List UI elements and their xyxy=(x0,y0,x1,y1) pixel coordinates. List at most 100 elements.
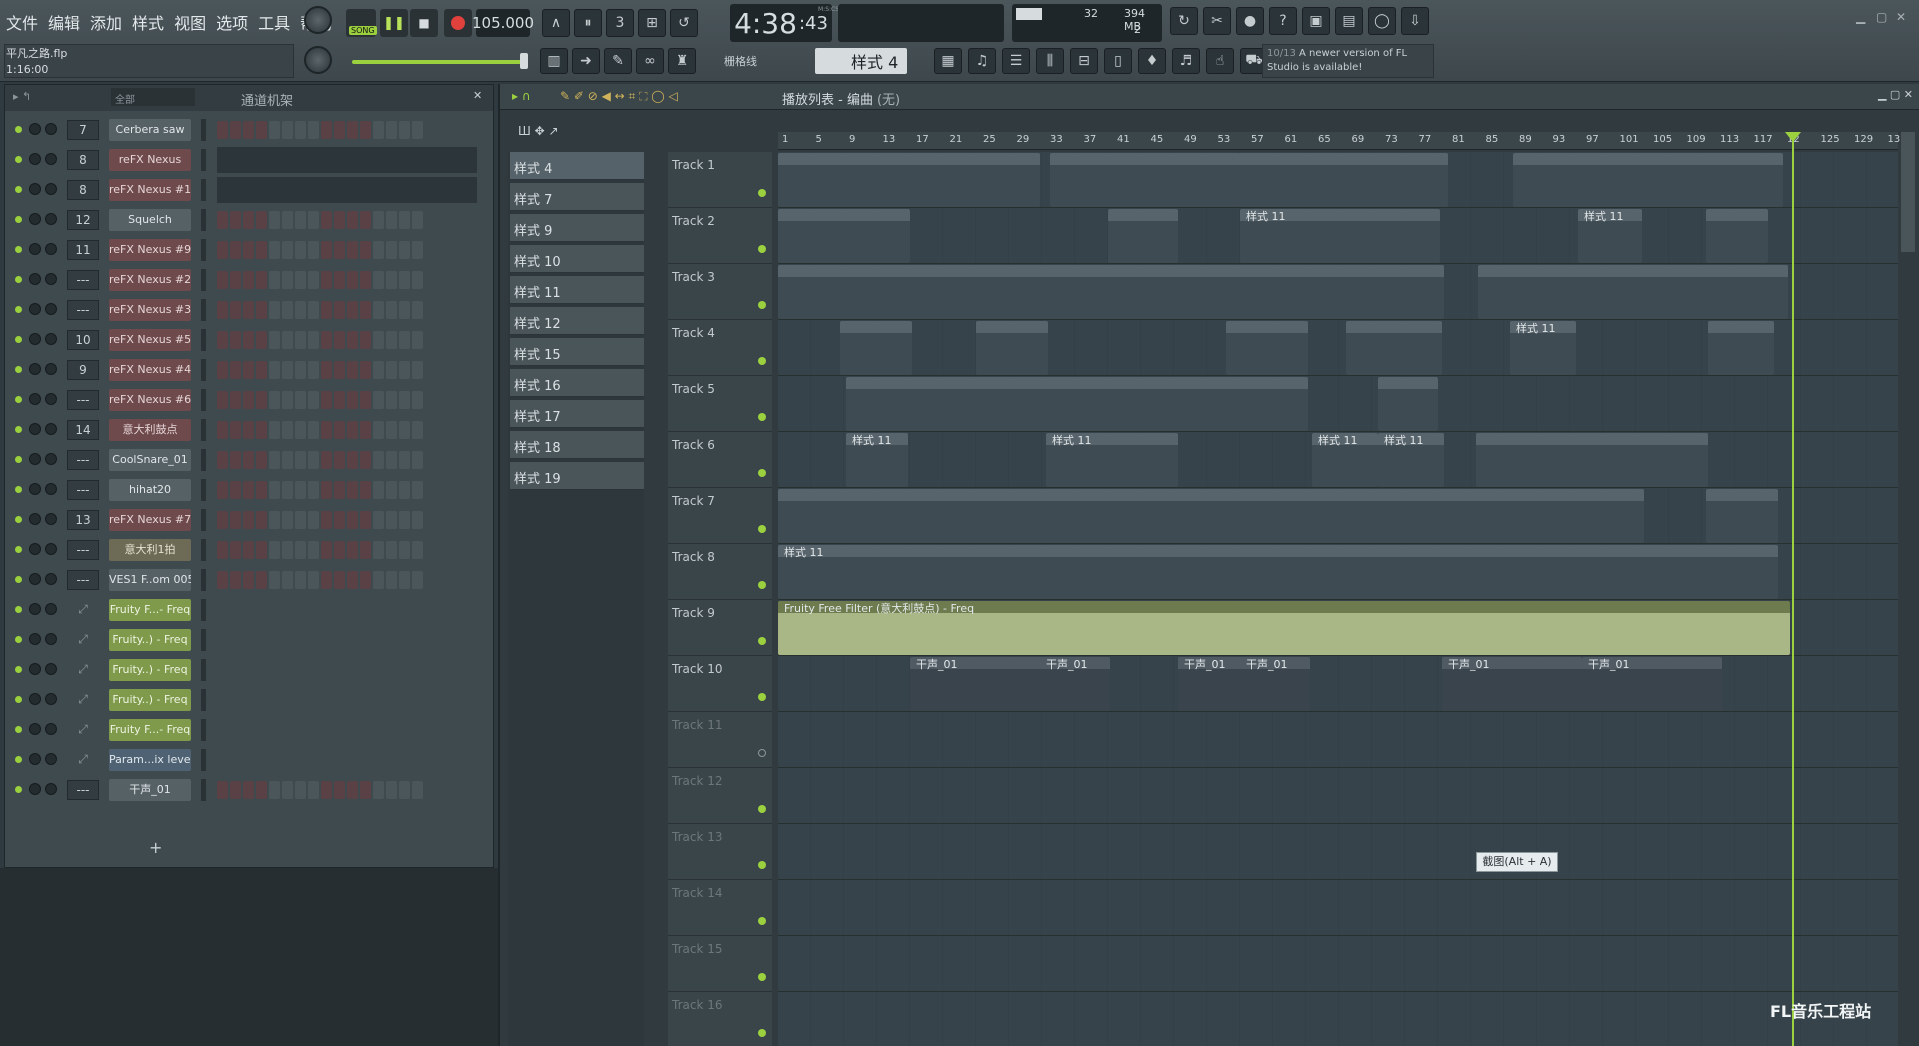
step-button[interactable] xyxy=(373,541,384,559)
channel-pan-knob[interactable] xyxy=(29,663,41,675)
step-button[interactable] xyxy=(347,541,358,559)
step-button[interactable] xyxy=(399,571,410,589)
step-button[interactable] xyxy=(321,481,332,499)
step-button[interactable] xyxy=(321,211,332,229)
channel-select-indicator[interactable] xyxy=(201,239,206,261)
step-button[interactable] xyxy=(399,211,410,229)
step-button[interactable] xyxy=(334,451,345,469)
channel-pan-knob[interactable] xyxy=(29,213,41,225)
channel-mute-led[interactable] xyxy=(15,216,22,223)
channel-mute-led[interactable] xyxy=(15,336,22,343)
pattern-clip[interactable] xyxy=(840,321,912,375)
pattern-clip[interactable] xyxy=(1378,377,1438,431)
step-button[interactable] xyxy=(334,391,345,409)
step-button[interactable] xyxy=(256,571,267,589)
step-button[interactable] xyxy=(308,271,319,289)
channel-name-button[interactable]: hihat20 xyxy=(109,479,191,501)
track-mute-led[interactable] xyxy=(758,469,766,477)
channel-row[interactable]: 12 Squelch xyxy=(5,205,495,235)
channel-row[interactable]: --- reFX Nexus #2 xyxy=(5,265,495,295)
track-mute-led[interactable] xyxy=(758,917,766,925)
channel-select-indicator[interactable] xyxy=(201,779,206,801)
step-button[interactable] xyxy=(321,541,332,559)
track-header[interactable]: Track 3 xyxy=(668,264,772,320)
channel-select-indicator[interactable] xyxy=(201,119,206,141)
channel-name-button[interactable]: reFX Nexus #6 xyxy=(109,389,191,411)
channel-row[interactable]: --- CoolSnare_01 xyxy=(5,445,495,475)
channel-volume-knob[interactable] xyxy=(45,663,57,675)
mixer-track-number[interactable]: --- xyxy=(67,390,99,410)
pattern-clip[interactable] xyxy=(778,489,1644,543)
step-button[interactable] xyxy=(386,541,397,559)
piano-roll-icon[interactable]: ♫ xyxy=(968,48,996,74)
track-header[interactable]: Track 7 xyxy=(668,488,772,544)
step-button[interactable] xyxy=(373,301,384,319)
timeline-ruler[interactable]: 1 5 9 13 17 21 25 29 33 37 41 45 49 53 57 61 65 69 73 77 81 8… xyxy=(778,132,1907,150)
channel-volume-knob[interactable] xyxy=(45,213,57,225)
channel-volume-knob[interactable] xyxy=(45,423,57,435)
step-button[interactable] xyxy=(347,421,358,439)
track-mute-led[interactable] xyxy=(758,693,766,701)
channel-select-indicator[interactable] xyxy=(201,539,206,561)
wait-input-icon[interactable]: ⏸ xyxy=(574,9,602,37)
tempo-display[interactable]: 105.000 xyxy=(472,9,534,37)
channel-volume-knob[interactable] xyxy=(45,393,57,405)
pattern-clip[interactable] xyxy=(1478,265,1788,319)
step-button[interactable] xyxy=(308,361,319,379)
channel-name-button[interactable]: 意大利鼓点 xyxy=(109,419,191,441)
playlist-window-controls[interactable]: ▁ ▢ ✕ xyxy=(1878,88,1913,101)
menu-tools[interactable]: 工具 xyxy=(256,8,292,36)
step-button[interactable] xyxy=(256,541,267,559)
browser-icon[interactable]: ⊟ xyxy=(1070,48,1098,74)
step-sequencer[interactable] xyxy=(217,421,423,439)
channel-select-indicator[interactable] xyxy=(201,179,206,201)
channel-select-indicator[interactable] xyxy=(201,509,206,531)
step-button[interactable] xyxy=(295,511,306,529)
step-button[interactable] xyxy=(230,241,241,259)
step-button[interactable] xyxy=(308,571,319,589)
pattern-clip[interactable] xyxy=(1050,153,1240,207)
menu-edit[interactable]: 编辑 xyxy=(46,8,82,36)
tempo-tapper-icon[interactable]: ♬ xyxy=(1172,48,1200,74)
step-button[interactable] xyxy=(321,241,332,259)
menu-view[interactable]: 视图 xyxy=(172,8,208,36)
step-button[interactable] xyxy=(360,361,371,379)
track-header[interactable]: Track 12 xyxy=(668,768,772,824)
step-button[interactable] xyxy=(412,331,423,349)
step-button[interactable] xyxy=(347,451,358,469)
channel-row[interactable]: --- VES1 F..om 005 xyxy=(5,565,495,595)
step-button[interactable] xyxy=(243,451,254,469)
mixer-track-number[interactable]: 7 xyxy=(67,120,99,140)
channel-select-indicator[interactable] xyxy=(201,269,206,291)
step-button[interactable] xyxy=(282,781,293,799)
step-button[interactable] xyxy=(360,301,371,319)
step-button[interactable] xyxy=(308,781,319,799)
step-button[interactable] xyxy=(295,451,306,469)
step-button[interactable] xyxy=(399,511,410,529)
step-button[interactable] xyxy=(217,511,228,529)
step-button[interactable] xyxy=(256,391,267,409)
channel-select-indicator[interactable] xyxy=(201,659,206,681)
step-button[interactable] xyxy=(412,481,423,499)
step-button[interactable] xyxy=(360,451,371,469)
step-button[interactable] xyxy=(399,241,410,259)
stop-button[interactable]: ■ xyxy=(410,9,438,37)
step-button[interactable] xyxy=(399,451,410,469)
channel-name-button[interactable]: Fruity F...- Freq xyxy=(109,719,191,741)
snap-label[interactable]: 栅格线 xyxy=(724,53,757,69)
channel-volume-knob[interactable] xyxy=(45,573,57,585)
step-button[interactable] xyxy=(360,421,371,439)
track-mute-led[interactable] xyxy=(758,413,766,421)
step-button[interactable] xyxy=(386,481,397,499)
step-button[interactable] xyxy=(386,331,397,349)
channel-row[interactable]: --- reFX Nexus #3 xyxy=(5,295,495,325)
channel-volume-knob[interactable] xyxy=(45,303,57,315)
countdown-icon[interactable]: 3 xyxy=(606,9,634,37)
help-icon[interactable]: ? xyxy=(1269,7,1297,35)
step-button[interactable] xyxy=(217,271,228,289)
channel-name-button[interactable]: CoolSnare_01 xyxy=(109,449,191,471)
track-header[interactable]: Track 2 xyxy=(668,208,772,264)
step-button[interactable] xyxy=(321,451,332,469)
pattern-picker-item[interactable]: 样式 17 xyxy=(510,400,644,428)
step-button[interactable] xyxy=(282,241,293,259)
